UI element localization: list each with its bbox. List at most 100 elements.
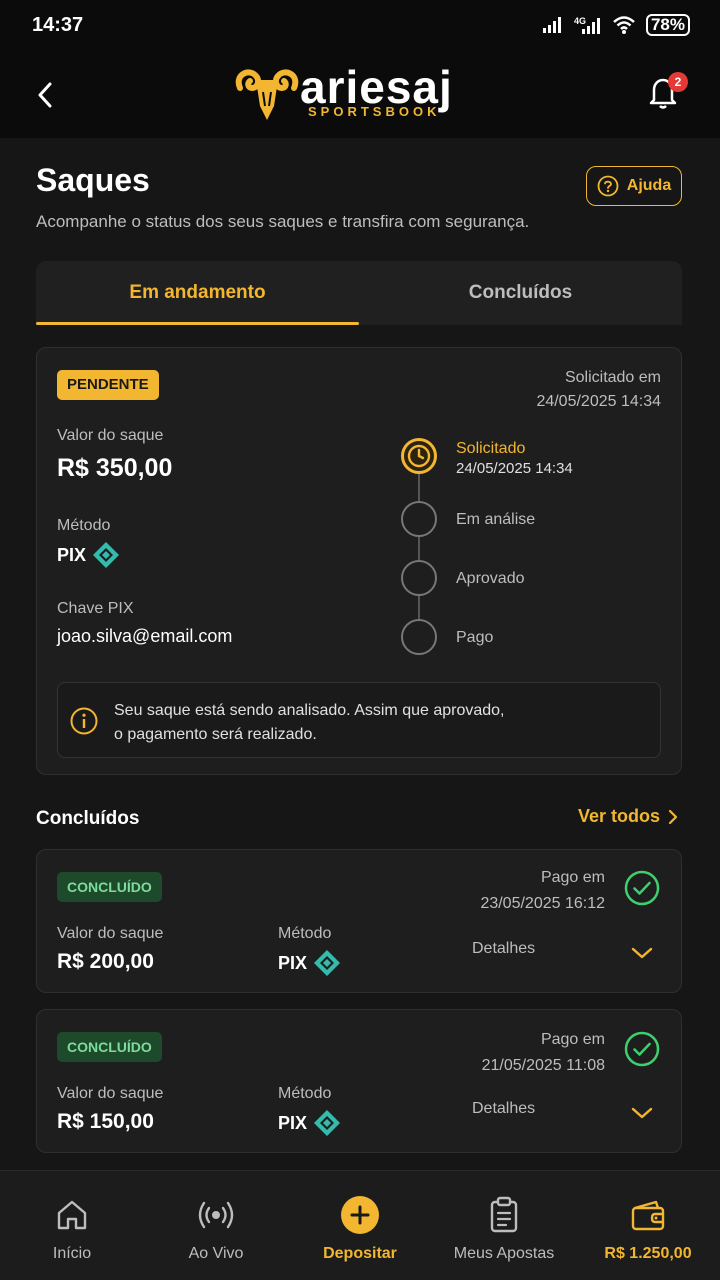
details-link[interactable]: Detalhes xyxy=(472,940,535,958)
tab-em-andamento[interactable]: Em andamento xyxy=(36,261,359,325)
info-icon xyxy=(70,707,98,735)
nav-label: R$ 1.250,00 xyxy=(604,1245,692,1262)
requested-info: Solicitado em 24/05/2025 14:34 xyxy=(536,366,661,414)
ram-logo-icon xyxy=(235,69,299,120)
pix-icon xyxy=(314,1110,341,1136)
timeline-dot xyxy=(401,619,437,655)
page-subtitle: Acompanhe o status dos seus saques e tra… xyxy=(36,212,530,231)
help-button[interactable]: Ajuda xyxy=(586,166,682,206)
wifi-icon xyxy=(613,16,635,34)
nav-label: Meus Apostas xyxy=(453,1245,555,1262)
status-badge-pending: PENDENTE xyxy=(57,370,159,400)
nav-depositar[interactable]: Depositar xyxy=(288,1171,432,1280)
check-circle-icon xyxy=(624,870,660,906)
pix-key-label: Chave PIX xyxy=(57,600,134,617)
status-icons: 4G 78% xyxy=(542,14,690,36)
check-circle-icon xyxy=(624,1031,660,1067)
details-link[interactable]: Detalhes xyxy=(472,1100,535,1118)
amount-value: R$ 200,00 xyxy=(57,950,154,973)
brand-tagline: SPORTSBOOK xyxy=(308,104,441,119)
help-icon xyxy=(597,175,619,197)
paid-label: Pago em xyxy=(540,869,605,886)
timeline-label: Pago xyxy=(456,629,494,646)
timeline-dot xyxy=(401,560,437,596)
chevron-down-icon[interactable] xyxy=(631,946,653,960)
timeline-step-solicitado: Solicitado 24/05/2025 14:34 xyxy=(400,438,660,477)
notifications-button[interactable]: 2 xyxy=(646,72,688,112)
page-title: Saques xyxy=(36,162,150,198)
status-badge-completed: CONCLUÍDO xyxy=(57,872,162,902)
nav-meus-apostas[interactable]: Meus Apostas xyxy=(432,1171,576,1280)
help-label: Ajuda xyxy=(626,177,672,194)
method-value: PIX xyxy=(278,949,341,977)
paid-label: Pago em xyxy=(540,1031,605,1048)
nav-label: Ao Vivo xyxy=(188,1245,244,1262)
paid-info: Pago em 23/05/2025 16:12 xyxy=(480,866,605,916)
timeline-step-em-analise: Em análise xyxy=(400,501,660,539)
wallet-icon xyxy=(628,1195,668,1235)
info-text: Seu saque está sendo analisado. Assim qu… xyxy=(114,699,505,747)
completed-withdrawal-card[interactable]: CONCLUÍDO Pago em 23/05/2025 16:12 Valor… xyxy=(36,849,682,993)
pix-icon xyxy=(314,950,341,976)
brand-logo: ariesaj SPORTSBOOK xyxy=(232,61,462,128)
chevron-right-icon xyxy=(668,809,678,824)
app-bar: ariesaj SPORTSBOOK 2 xyxy=(0,54,720,138)
plus-icon xyxy=(340,1195,380,1235)
method-label: Método xyxy=(57,517,111,534)
completed-withdrawal-card[interactable]: CONCLUÍDO Pago em 21/05/2025 11:08 Valor… xyxy=(36,1009,682,1153)
requested-date: 24/05/2025 14:34 xyxy=(536,393,661,410)
see-all-label: Ver todos xyxy=(578,806,661,826)
nav-ao-vivo[interactable]: Ao Vivo xyxy=(144,1171,288,1280)
amount-value: R$ 150,00 xyxy=(57,1110,154,1133)
nav-inicio[interactable]: Início xyxy=(0,1171,144,1280)
back-button[interactable] xyxy=(30,78,60,112)
pix-icon xyxy=(93,542,120,568)
timeline-step-aprovado: Aprovado xyxy=(400,560,660,598)
info-line-2: o pagamento será realizado. xyxy=(114,726,317,743)
info-box: Seu saque está sendo analisado. Assim qu… xyxy=(57,682,661,758)
info-line-1: Seu saque está sendo analisado. Assim qu… xyxy=(114,702,505,719)
timeline-label: Em análise xyxy=(456,511,536,528)
status-bar: 14:37 4G 78% xyxy=(0,0,720,54)
bottom-navigation: Início Ao Vivo Depositar Meus Apostas R$… xyxy=(0,1170,720,1280)
timeline-label: Aprovado xyxy=(456,570,525,587)
timeline-label: Solicitado xyxy=(456,440,526,457)
status-timeline: Solicitado 24/05/2025 14:34 Em análise A… xyxy=(400,438,660,658)
nav-label: Depositar xyxy=(323,1245,397,1262)
method-text: PIX xyxy=(57,544,87,565)
amount-label: Valor do saque xyxy=(57,1085,164,1102)
signal-4g-icon: 4G xyxy=(574,16,600,34)
timeline-step-pago: Pago xyxy=(400,619,660,657)
status-time: 14:37 xyxy=(32,14,84,36)
battery-level: 78% xyxy=(645,14,690,36)
method-value: PIX xyxy=(278,1109,341,1137)
nav-wallet-balance[interactable]: R$ 1.250,00 xyxy=(576,1171,720,1280)
signal-icon xyxy=(542,17,561,33)
see-all-link[interactable]: Ver todos xyxy=(578,806,678,827)
timeline-dot xyxy=(401,501,437,537)
live-icon xyxy=(196,1195,236,1235)
timeline-connector xyxy=(418,472,420,640)
tab-concluidos[interactable]: Concluídos xyxy=(359,261,682,325)
timeline-dot-active xyxy=(401,438,437,474)
clipboard-icon xyxy=(484,1195,524,1235)
timeline-date: 24/05/2025 14:34 xyxy=(456,460,573,477)
method-label: Método xyxy=(278,925,332,942)
method-label: Método xyxy=(278,1085,332,1102)
paid-date: 21/05/2025 11:08 xyxy=(481,1057,605,1074)
clock-icon xyxy=(407,444,431,468)
pix-key-value: joao.silva@email.com xyxy=(57,626,233,646)
amount-label: Valor do saque xyxy=(57,427,164,444)
notification-badge: 2 xyxy=(668,72,688,92)
nav-label: Início xyxy=(52,1245,92,1262)
home-icon xyxy=(52,1195,92,1235)
chevron-down-icon[interactable] xyxy=(631,1106,653,1120)
chevron-left-icon xyxy=(38,82,52,108)
amount-label: Valor do saque xyxy=(57,925,164,942)
svg-text:4G: 4G xyxy=(574,16,586,26)
requested-label: Solicitado em xyxy=(564,369,661,386)
method-text: PIX xyxy=(278,952,308,973)
status-badge-completed: CONCLUÍDO xyxy=(57,1032,162,1062)
paid-info: Pago em 21/05/2025 11:08 xyxy=(482,1028,605,1078)
amount-value: R$ 350,00 xyxy=(57,454,173,482)
